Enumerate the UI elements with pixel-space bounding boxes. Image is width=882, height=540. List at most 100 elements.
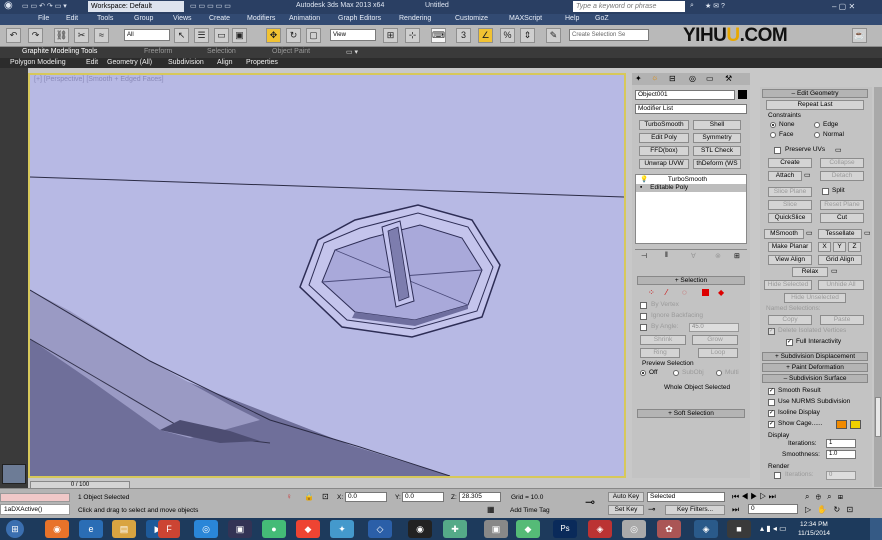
collapse-button[interactable]: Collapse xyxy=(820,158,864,168)
smoothness-spinner[interactable]: 1.0 xyxy=(826,450,856,459)
perspective-viewport[interactable]: [+] [Perspective] [Smooth + Edged Faces] xyxy=(28,73,626,478)
slice-button[interactable]: Slice xyxy=(768,200,812,210)
motion-tab-icon[interactable]: ◎ xyxy=(689,74,696,83)
camera-icon[interactable]: ▣ xyxy=(484,520,508,538)
current-frame-field[interactable]: 0 xyxy=(748,504,798,514)
ribbon-edit[interactable]: Edit xyxy=(86,59,98,66)
toolbar-icons[interactable]: ▭ ▭ ▭ ▭ ▭ xyxy=(190,2,231,10)
pivot-center-icon[interactable]: ⊞ xyxy=(383,28,398,43)
selection-rollout-header[interactable]: + Selection xyxy=(637,276,745,285)
preview-subobj-radio[interactable] xyxy=(673,370,679,376)
menu-group[interactable]: Group xyxy=(134,15,153,22)
pin-stack-icon[interactable]: ⊣ xyxy=(641,252,647,260)
add-time-tag-icon[interactable]: ▦ xyxy=(487,505,495,514)
by-angle-checkbox[interactable] xyxy=(640,324,647,331)
object-name-field[interactable]: Object001 xyxy=(635,90,735,100)
edit-named-selection-icon[interactable]: ✎ xyxy=(546,28,561,43)
hide-selected-button[interactable]: Hide Selected xyxy=(764,280,812,290)
app-icon-6[interactable]: ◈ xyxy=(588,520,612,538)
split-checkbox[interactable] xyxy=(822,188,829,195)
3ds-max-taskbar-icon[interactable]: ◈ xyxy=(694,520,718,538)
make-unique-icon[interactable]: ∀ xyxy=(691,252,696,260)
select-scale-icon[interactable]: ▢ xyxy=(306,28,321,43)
obs-icon[interactable]: ◉ xyxy=(408,520,432,538)
element-mode-icon[interactable]: ◆ xyxy=(718,288,724,297)
select-rotate-icon[interactable]: ↻ xyxy=(286,28,301,43)
redo-icon[interactable]: ↷ xyxy=(28,28,43,43)
ie-icon[interactable]: e xyxy=(79,520,103,538)
bind-space-warp-icon[interactable]: ≈ xyxy=(94,28,109,43)
key-filters-button[interactable]: Key Filters... xyxy=(665,505,725,515)
subdivision-surface-rollout-header[interactable]: – Subdivision Surface xyxy=(762,374,868,383)
help-icons[interactable]: ★ ✉ ? xyxy=(705,2,725,10)
lightbulb-icon[interactable]: 💡 xyxy=(640,176,648,183)
constraint-none-radio[interactable] xyxy=(770,122,776,128)
turbosmooth-button[interactable]: TurboSmooth xyxy=(639,120,689,130)
clock-time[interactable]: 12:34 PM xyxy=(800,521,828,528)
ribbon-geometry-all[interactable]: Geometry (All) xyxy=(107,59,152,66)
key-icon[interactable]: ⊸ xyxy=(585,495,595,509)
quick-access-icons[interactable]: ▭ ▭ ↶ ↷ ▭ ▾ xyxy=(22,2,67,10)
object-color-swatch[interactable] xyxy=(738,90,747,99)
keyboard-shortcut-icon[interactable]: ⌨ xyxy=(431,28,446,43)
stack-item-editable-poly[interactable]: ▪ Editable Poly xyxy=(636,184,746,192)
tab-object-paint[interactable]: Object Paint xyxy=(272,48,310,55)
hide-unselected-button[interactable]: Hide Unselected xyxy=(784,293,846,303)
render-iterations-checkbox[interactable] xyxy=(774,472,781,479)
edge-mode-icon[interactable]: ⁄ xyxy=(666,288,667,297)
reset-plane-button[interactable]: Reset Plane xyxy=(820,200,864,210)
set-key-button[interactable]: Set Key xyxy=(608,505,644,515)
repeat-last-button[interactable]: Repeat Last xyxy=(766,100,864,110)
polygon-mode-icon[interactable] xyxy=(702,289,709,296)
named-selection-sets-input[interactable]: Create Selection Se xyxy=(569,29,649,41)
menu-maxscript[interactable]: MAXScript xyxy=(509,15,542,22)
shrink-button[interactable]: Shrink xyxy=(640,335,686,345)
preserve-uvs-settings-icon[interactable]: ▭ xyxy=(835,146,842,154)
grow-button[interactable]: Grow xyxy=(692,335,738,345)
menu-modifiers[interactable]: Modifiers xyxy=(247,15,275,22)
add-time-tag-label[interactable]: Add Time Tag xyxy=(510,507,550,514)
menu-tools[interactable]: Tools xyxy=(97,15,113,22)
photoshop-icon[interactable]: Ps xyxy=(553,520,577,538)
planarize-x-button[interactable]: X xyxy=(818,242,831,252)
maxscript-mini-listener[interactable] xyxy=(0,493,70,502)
menu-animation[interactable]: Animation xyxy=(289,15,320,22)
start-button-icon[interactable]: ⊞ xyxy=(6,520,24,538)
undo-icon[interactable]: ↶ xyxy=(6,28,21,43)
preview-multi-radio[interactable] xyxy=(716,370,722,376)
z-coordinate-field[interactable]: 28.305 xyxy=(459,492,501,502)
configure-sets-icon[interactable]: ⊞ xyxy=(734,252,740,260)
set-key-icon[interactable]: ⊸ xyxy=(648,504,656,515)
relax-settings-icon[interactable]: ▭ xyxy=(831,267,838,275)
select-object-icon[interactable]: ↖ xyxy=(174,28,189,43)
firefox-icon[interactable]: ◉ xyxy=(45,520,69,538)
tab-graphite-modeling-tools[interactable]: Graphite Modeling Tools xyxy=(22,48,97,55)
ring-button[interactable]: Ring xyxy=(640,348,680,358)
spinner-snap-icon[interactable]: ⇕ xyxy=(520,28,535,43)
select-move-icon[interactable]: ✥ xyxy=(266,28,281,43)
relax-button[interactable]: Relax xyxy=(792,267,828,277)
preserve-uvs-checkbox[interactable] xyxy=(774,147,781,154)
app-menu-icon[interactable]: ◉ xyxy=(4,0,13,11)
slice-plane-button[interactable]: Slice Plane xyxy=(768,187,812,197)
scrollbar-thumb[interactable] xyxy=(875,397,881,437)
cut-button[interactable]: Cut xyxy=(820,213,864,223)
full-interactivity-checkbox[interactable]: ✓ xyxy=(786,339,793,346)
edit-geometry-rollout-header[interactable]: – Edit Geometry xyxy=(762,89,868,98)
angle-snap-icon[interactable]: ∠ xyxy=(478,28,493,43)
constraint-face-radio[interactable] xyxy=(770,132,776,138)
window-controls[interactable]: – ▢ ✕ xyxy=(832,2,855,11)
dropbox-icon[interactable]: ◇ xyxy=(368,520,392,538)
symmetry-button[interactable]: Symmetry xyxy=(693,133,741,143)
isolate-selection-icon[interactable]: ♀ xyxy=(286,492,292,501)
menu-goz[interactable]: GoZ xyxy=(595,15,609,22)
utilities-tab-icon[interactable]: ⚒ xyxy=(725,74,732,83)
ribbon-align[interactable]: Align xyxy=(217,59,233,66)
app-icon-3[interactable]: ✦ xyxy=(330,520,354,538)
auto-key-button[interactable]: Auto Key xyxy=(608,492,644,502)
menu-graph-editors[interactable]: Graph Editors xyxy=(338,15,381,22)
use-nurms-checkbox[interactable] xyxy=(768,399,775,406)
explorer-icon[interactable]: ▤ xyxy=(112,520,136,538)
app-icon-5[interactable]: ◆ xyxy=(516,520,540,538)
selection-lock-icon[interactable]: 🔒 xyxy=(304,492,314,501)
